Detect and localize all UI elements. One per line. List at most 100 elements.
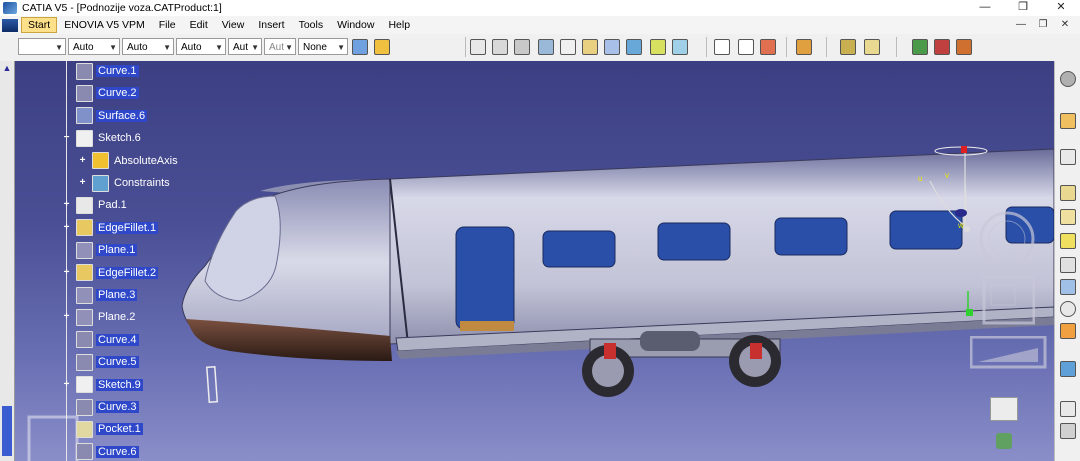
menu-edit[interactable]: Edit bbox=[183, 16, 215, 34]
tree-node[interactable]: Pocket.1 bbox=[76, 419, 143, 439]
tree-node[interactable]: + Constraints bbox=[80, 173, 172, 193]
scroll-up-arrow-icon[interactable]: ▲ bbox=[1, 62, 13, 74]
catia-logo-icon[interactable] bbox=[2, 18, 18, 32]
tree-node[interactable]: + Pad.1 bbox=[64, 195, 129, 215]
tree-node-label: Constraints bbox=[114, 177, 170, 189]
layer-combo[interactable]: Aut ▼ bbox=[228, 38, 262, 55]
tree-branch-line bbox=[66, 61, 67, 461]
transparency-combo[interactable]: Auto ▼ bbox=[176, 38, 226, 55]
tree-node[interactable]: Curve.2 bbox=[76, 83, 139, 103]
tree-node[interactable]: + Plane.2 bbox=[64, 307, 137, 327]
line-weight-combo[interactable]: Auto ▼ bbox=[122, 38, 174, 55]
layer-none-combo[interactable]: None ▼ bbox=[298, 38, 348, 55]
catalog-browser-icon[interactable] bbox=[864, 39, 880, 55]
rendering-shading-icon[interactable] bbox=[912, 39, 928, 55]
train-model-graphic[interactable] bbox=[0, 61, 1054, 461]
thread-icon[interactable] bbox=[1060, 301, 1076, 317]
shell-icon[interactable] bbox=[1060, 279, 1076, 295]
3d-viewport[interactable]: u v w ▲ Curve.1 Curve.2 Surface.6 − Sketch.6… bbox=[0, 61, 1054, 461]
painter-icon[interactable] bbox=[352, 39, 368, 55]
tree-node[interactable]: + Sketch.9 bbox=[64, 375, 143, 395]
zoom-slider-widget[interactable] bbox=[970, 336, 1050, 372]
copy-format-icon[interactable] bbox=[374, 39, 390, 55]
groove-tool-icon[interactable] bbox=[560, 39, 576, 55]
constraints-icon bbox=[92, 174, 109, 192]
apply-material-icon[interactable] bbox=[796, 39, 812, 55]
menu-bar: Start ENOVIA V5 VPM File Edit View Inser… bbox=[0, 16, 1080, 35]
tree-node-label: EdgeFillet.1 bbox=[96, 221, 159, 234]
tree-node[interactable]: Curve.5 bbox=[76, 352, 139, 372]
expand-icon[interactable]: + bbox=[78, 155, 87, 165]
layer-filter-combo[interactable]: Aut ▼ bbox=[264, 38, 296, 55]
menu-view[interactable]: View bbox=[215, 16, 252, 34]
tree-node[interactable]: − Sketch.6 bbox=[64, 128, 143, 148]
pocket-tool-icon[interactable] bbox=[492, 39, 508, 55]
menu-file[interactable]: File bbox=[152, 16, 183, 34]
minimize-button[interactable]: — bbox=[966, 0, 1004, 16]
tree-node-label: AbsoluteAxis bbox=[114, 154, 178, 167]
doc-restore-button[interactable]: ❐ bbox=[1032, 16, 1054, 34]
remove-loft-tool-icon[interactable] bbox=[672, 39, 688, 55]
expand-icon[interactable]: + bbox=[62, 222, 71, 232]
thickness-icon[interactable] bbox=[1060, 423, 1076, 439]
shading-edges-icon[interactable] bbox=[934, 39, 950, 55]
hole-tool-icon[interactable] bbox=[538, 39, 554, 55]
menu-window[interactable]: Window bbox=[330, 16, 381, 34]
tree-node[interactable]: Curve.6 bbox=[76, 442, 139, 461]
pad-tool-icon[interactable] bbox=[470, 39, 486, 55]
loft-tool-icon[interactable] bbox=[650, 39, 666, 55]
scroll-thumb[interactable] bbox=[2, 406, 12, 456]
tree-node[interactable]: + AbsoluteAxis bbox=[80, 151, 180, 171]
sketch-tool-icon[interactable] bbox=[1060, 149, 1076, 165]
pad-icon[interactable] bbox=[1060, 185, 1076, 201]
collapse-icon[interactable]: − bbox=[62, 133, 71, 143]
tree-node[interactable]: Curve.3 bbox=[76, 397, 139, 417]
line-type-combo[interactable]: Auto ▼ bbox=[68, 38, 120, 55]
menu-insert[interactable]: Insert bbox=[251, 16, 291, 34]
view-navigation-widget[interactable] bbox=[975, 209, 1035, 349]
globe-icon[interactable] bbox=[996, 433, 1012, 449]
menu-tools[interactable]: Tools bbox=[292, 16, 331, 34]
expand-icon[interactable]: + bbox=[62, 200, 71, 210]
boolean-icon[interactable] bbox=[1060, 361, 1076, 377]
draft-icon[interactable] bbox=[1060, 257, 1076, 273]
annotation-text-icon[interactable] bbox=[714, 39, 730, 55]
maximize-button[interactable]: ❐ bbox=[1004, 0, 1042, 16]
publication-icon[interactable] bbox=[840, 39, 856, 55]
tree-node[interactable]: Plane.3 bbox=[76, 285, 138, 305]
stiffener-tool-icon[interactable] bbox=[626, 39, 642, 55]
hide-show-icon[interactable] bbox=[956, 39, 972, 55]
slot-tool-icon[interactable] bbox=[604, 39, 620, 55]
chamfer-icon[interactable] bbox=[1060, 233, 1076, 249]
menu-enovia[interactable]: ENOVIA V5 VPM bbox=[57, 16, 152, 34]
tree-scrollbar[interactable]: ▲ bbox=[0, 61, 15, 461]
menu-help[interactable]: Help bbox=[381, 16, 417, 34]
tree-node-label: Sketch.9 bbox=[96, 378, 143, 391]
close-button[interactable]: ✕ bbox=[1042, 0, 1080, 16]
tree-node[interactable]: Curve.1 bbox=[76, 61, 139, 81]
expand-icon[interactable]: + bbox=[62, 267, 71, 277]
color-combo[interactable]: ▼ bbox=[18, 38, 66, 55]
select-arrow-icon[interactable] bbox=[1060, 113, 1076, 129]
tree-node[interactable]: + EdgeFillet.2 bbox=[64, 263, 159, 283]
doc-minimize-button[interactable]: — bbox=[1010, 16, 1032, 34]
tree-node[interactable]: Surface.6 bbox=[76, 106, 148, 126]
tree-node[interactable]: + EdgeFillet.1 bbox=[64, 218, 159, 238]
rib-tool-icon[interactable] bbox=[582, 39, 598, 55]
split-icon[interactable] bbox=[1060, 401, 1076, 417]
expand-icon[interactable]: + bbox=[62, 312, 71, 322]
shaft-tool-icon[interactable] bbox=[514, 39, 530, 55]
plane-icon bbox=[76, 308, 93, 326]
tree-node[interactable]: Plane.1 bbox=[76, 240, 138, 260]
right-side-toolbar bbox=[1054, 61, 1080, 461]
doc-close-button[interactable]: ✕ bbox=[1054, 16, 1076, 34]
menu-start[interactable]: Start bbox=[21, 17, 58, 33]
expand-icon[interactable]: + bbox=[62, 379, 71, 389]
fillet-icon[interactable] bbox=[1060, 209, 1076, 225]
flag-note-icon[interactable] bbox=[738, 39, 754, 55]
measure-icon[interactable] bbox=[760, 39, 776, 55]
sketcher-icon[interactable] bbox=[1060, 71, 1076, 87]
mirror-icon[interactable] bbox=[1060, 323, 1076, 339]
tree-node[interactable]: Curve.4 bbox=[76, 330, 139, 350]
expand-icon[interactable]: + bbox=[78, 178, 87, 188]
